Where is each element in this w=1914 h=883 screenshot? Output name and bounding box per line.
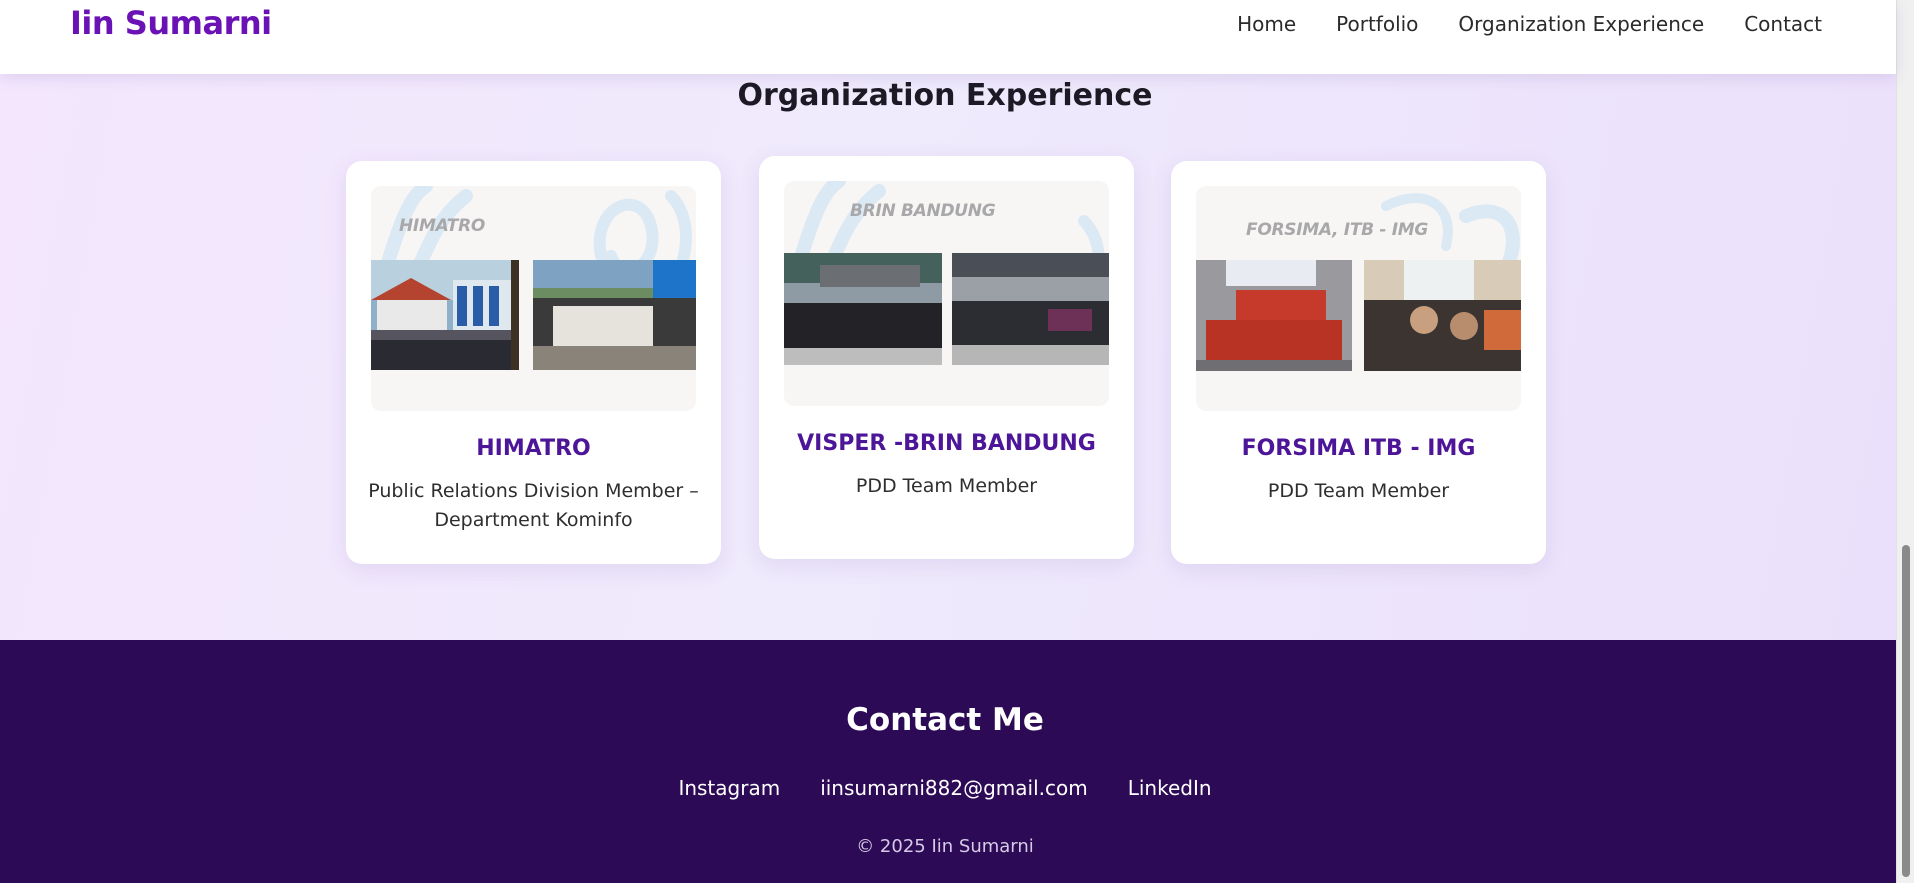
org-card-visper: BRIN BANDUNG VISPER -BRIN BANDUNG PDD Te… bbox=[759, 156, 1134, 559]
org-card-forsima: FORSIMA, ITB - IMG FORSIMA ITB - IMG PDD… bbox=[1171, 161, 1546, 564]
photo-group-meeting bbox=[1364, 260, 1521, 371]
nav-contact[interactable]: Contact bbox=[1744, 12, 1822, 36]
photo-group-stairs bbox=[1196, 260, 1352, 371]
card-role: PDD Team Member bbox=[855, 475, 1038, 497]
image-label: FORSIMA, ITB - IMG bbox=[1246, 220, 1429, 240]
organization-section: Organization Experience HIMATRO HIMATRO … bbox=[0, 0, 1896, 640]
card-title: FORSIMA ITB - IMG bbox=[1241, 436, 1476, 461]
photo-group-samaun bbox=[784, 253, 942, 365]
site-header: Iin Sumarni Home Portfolio Organization … bbox=[0, 0, 1896, 74]
footer-links: Instagram iinsumarni882@gmail.com Linked… bbox=[0, 776, 1890, 800]
linkedin-link[interactable]: LinkedIn bbox=[1128, 776, 1212, 800]
email-link[interactable]: iinsumarni882@gmail.com bbox=[820, 776, 1088, 800]
card-image: FORSIMA, ITB - IMG bbox=[1196, 186, 1521, 411]
copyright-text: © 2025 Iin Sumarni bbox=[856, 836, 1034, 857]
nav-home[interactable]: Home bbox=[1237, 12, 1296, 36]
org-card-himatro: HIMATRO HIMATRO Public Relations Divisio… bbox=[346, 161, 721, 564]
photo-building-group bbox=[371, 260, 519, 370]
scrollbar-thumb[interactable] bbox=[1902, 545, 1910, 877]
card-image: HIMATRO bbox=[371, 186, 696, 411]
nav-portfolio[interactable]: Portfolio bbox=[1336, 12, 1418, 36]
page-scrollbar[interactable] bbox=[1896, 0, 1914, 883]
photo-group-outdoor bbox=[533, 260, 696, 370]
footer-title: Contact Me bbox=[846, 702, 1044, 738]
nav-organization-experience[interactable]: Organization Experience bbox=[1458, 12, 1704, 36]
image-label: BRIN BANDUNG bbox=[850, 201, 996, 221]
main-nav: Home Portfolio Organization Experience C… bbox=[1237, 12, 1822, 36]
card-role: Public Relations Division Member – Depar… bbox=[368, 480, 699, 531]
instagram-link[interactable]: Instagram bbox=[678, 776, 780, 800]
card-image: BRIN BANDUNG bbox=[784, 181, 1109, 406]
section-title: Organization Experience bbox=[737, 78, 1153, 113]
image-label: HIMATRO bbox=[399, 216, 486, 236]
page: Organization Experience HIMATRO HIMATRO … bbox=[0, 0, 1914, 883]
card-role: PDD Team Member bbox=[1267, 480, 1450, 502]
card-title: HIMATRO bbox=[476, 436, 591, 461]
contact-footer: Contact Me Instagram iinsumarni882@gmail… bbox=[0, 640, 1896, 883]
card-title: VISPER -BRIN BANDUNG bbox=[797, 431, 1096, 456]
brand-logo[interactable]: Iin Sumarni bbox=[70, 4, 272, 42]
photo-group-indoor bbox=[952, 253, 1109, 365]
